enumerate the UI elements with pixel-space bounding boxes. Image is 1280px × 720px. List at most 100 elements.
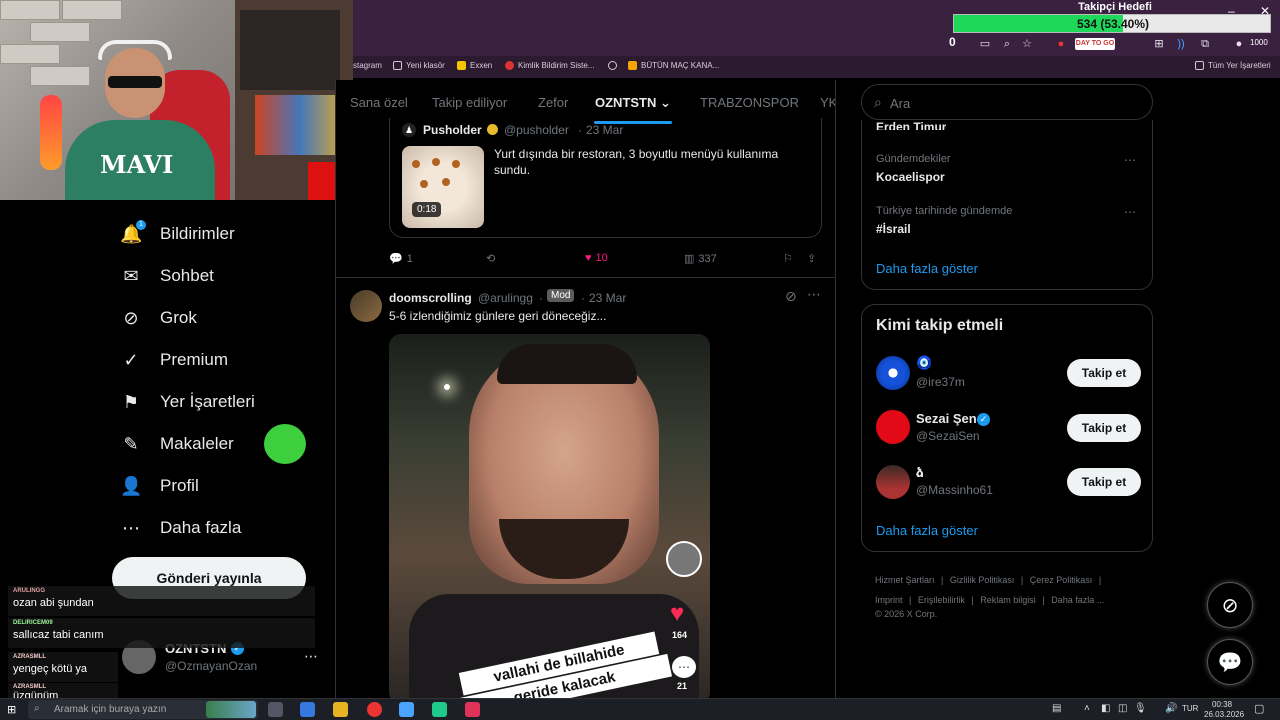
close-icon[interactable]: ✕	[1260, 4, 1270, 18]
clock-time[interactable]: 00:38	[1212, 700, 1232, 709]
footer-link[interactable]: Erişilebilirlik	[918, 595, 965, 605]
bookmark-button[interactable]: ⚐	[783, 252, 793, 265]
chat-username: ARULINGG	[13, 588, 45, 594]
more-icon[interactable]: ⋯	[1124, 153, 1136, 167]
avatar[interactable]	[876, 410, 910, 444]
retweet-button[interactable]: ⟲	[486, 252, 495, 265]
messages-float-button[interactable]: 💬	[1207, 639, 1253, 685]
video-thumbnail[interactable]: 0:18	[402, 146, 484, 228]
nav-yer-isaretleri[interactable]: ⚑ Yer İşaretleri	[120, 391, 255, 413]
chevron-up-icon[interactable]: ˄	[1084, 703, 1090, 714]
tweet[interactable]: doomscrolling @arulingg · Mod · 23 Mar ⊘…	[336, 277, 835, 700]
keyboard-icon[interactable]: ▤	[1052, 703, 1061, 714]
taskbar-search[interactable]: ⌕ Aramak için buraya yazın	[28, 700, 258, 719]
footer-link[interactable]: Hizmet Şartları	[875, 575, 935, 585]
tab-yk[interactable]: YK	[820, 95, 835, 110]
show-more-trends-link[interactable]: Daha fazla göster	[876, 261, 978, 276]
extension-red-icon[interactable]: ●	[1055, 38, 1067, 50]
tray-icon[interactable]: ◧	[1101, 703, 1110, 714]
tweet-author[interactable]: doomscrolling	[389, 291, 472, 305]
trend-name[interactable]: Kocaelispor	[876, 170, 945, 184]
file-explorer-icon[interactable]	[333, 702, 348, 717]
reply-button[interactable]: 💬 1	[389, 252, 413, 266]
creator-avatar[interactable]	[666, 541, 702, 577]
tab-takip-ediliyor[interactable]: Takip ediliyor	[432, 95, 507, 110]
separator-dot: ·	[578, 123, 582, 137]
bookmark-butun-mac[interactable]: BÜTÜN MAÇ KANA...	[628, 61, 719, 70]
extension-day-to-go[interactable]: DAY TO GO	[1075, 38, 1115, 50]
extension-badge[interactable]: 0	[949, 35, 956, 49]
tray-icon[interactable]: ◫	[1118, 703, 1127, 714]
tab-trabzonspor[interactable]: TRABZONSPOR	[700, 95, 799, 110]
follow-name[interactable]: Sezai Şen	[916, 411, 977, 426]
bookmark-label: Exxen	[470, 61, 493, 70]
task-view-icon[interactable]	[268, 702, 283, 717]
nav-grok[interactable]: ⊘ Grok	[120, 307, 196, 329]
grok-icon[interactable]: ⊘	[785, 288, 797, 305]
nav-sohbet[interactable]: ✉ Sohbet	[120, 265, 213, 287]
nav-daha-fazla[interactable]: ⋯ Daha fazla	[120, 517, 241, 539]
tab-ozntstn[interactable]: OZNTSTN ⌄	[595, 95, 671, 111]
avatar[interactable]	[350, 290, 382, 322]
bookmark-kimlik[interactable]: Kimlik Bildirim Siste...	[505, 61, 594, 70]
bookmark-all[interactable]: Tüm Yer İşaretleri	[1195, 61, 1271, 70]
app-icon[interactable]	[465, 702, 480, 717]
microphone-icon[interactable]: 🎙	[1134, 703, 1147, 714]
widgets-icon[interactable]	[300, 702, 315, 717]
follow-button[interactable]: Takip et	[1067, 468, 1141, 496]
search-box[interactable]: ⌕ Ara	[861, 84, 1153, 120]
chat-message: ARULINGG ozan abi şundan	[8, 586, 315, 616]
star-icon[interactable]: ☆	[1021, 38, 1033, 50]
minimize-icon[interactable]: –	[1228, 4, 1235, 18]
language-indicator[interactable]: TUR	[1182, 704, 1198, 713]
volume-icon[interactable]: 🔊	[1165, 703, 1177, 714]
tab-sana-ozel[interactable]: Sana özel	[350, 95, 408, 110]
avatar[interactable]	[876, 356, 910, 390]
follow-name[interactable]: ձ	[916, 465, 924, 481]
tab-zefor[interactable]: Zefor	[538, 95, 568, 110]
quote-text: Yurt dışında bir restoran, 3 boyutlu men…	[494, 147, 779, 177]
bookmark-globe[interactable]	[608, 61, 617, 70]
footer-link[interactable]: Gizlilik Politikası	[950, 575, 1015, 585]
follow-button[interactable]: Takip et	[1067, 414, 1141, 442]
avatar[interactable]	[876, 465, 910, 499]
profile-avatar-icon[interactable]: ●	[1233, 38, 1245, 50]
follow-name[interactable]: 🧿	[916, 355, 932, 371]
more-icon[interactable]: ⋯	[1124, 205, 1136, 219]
views-button[interactable]: ▥ 337	[684, 252, 717, 266]
nav-makaleler[interactable]: ✎ Makaleler	[120, 433, 233, 455]
nav-profil[interactable]: 👤 Profil	[120, 475, 199, 497]
chrome-icon[interactable]	[367, 702, 382, 717]
bookmark-instagram[interactable]: stagram	[353, 61, 382, 70]
trend-cut[interactable]: Erden Timur	[876, 120, 946, 130]
tweet-handle[interactable]: @arulingg	[478, 291, 533, 305]
show-more-follow-link[interactable]: Daha fazla göster	[876, 523, 978, 538]
more-icon[interactable]: ⋯	[807, 286, 821, 303]
footer-link[interactable]: Reklam bilgisi	[980, 595, 1036, 605]
app-icon[interactable]	[432, 702, 447, 717]
extension-wave-icon[interactable]: ))	[1175, 38, 1187, 50]
tweet-video[interactable]: ♥ 164 ⋯ 21 vallahi de billahide geride k…	[389, 334, 710, 700]
extension-icon[interactable]: ⊞	[1153, 38, 1165, 50]
footer-link[interactable]: Çerez Politikası	[1030, 575, 1093, 585]
bookmark-yeni-klasor[interactable]: Yeni klasör	[393, 61, 445, 70]
grok-float-button[interactable]: ⊘	[1207, 582, 1253, 628]
bookmark-exxen[interactable]: Exxen	[457, 61, 492, 70]
clock-date[interactable]: 26.03.2026	[1204, 710, 1244, 719]
windows-start-icon[interactable]: ⊞	[7, 703, 16, 716]
footer-link[interactable]: Daha fazla ...	[1051, 595, 1104, 605]
puzzle-icon[interactable]: ⧉	[1199, 38, 1211, 50]
app-icon[interactable]	[399, 702, 414, 717]
heart-icon[interactable]: ♥	[670, 600, 684, 628]
like-button[interactable]: ♥ 10	[585, 252, 608, 264]
notifications-icon[interactable]: ▢	[1254, 702, 1264, 715]
quoted-tweet[interactable]: ♟ Pusholder @pusholder · 23 Mar 0:18 Yur…	[389, 118, 822, 238]
cast-icon[interactable]: ▭	[979, 38, 991, 50]
zoom-icon[interactable]: ⌕	[1001, 38, 1013, 50]
comment-icon[interactable]: ⋯	[672, 656, 696, 678]
share-button[interactable]: ⇪	[807, 252, 816, 265]
footer-link[interactable]: Imprint	[875, 595, 903, 605]
follow-button[interactable]: Takip et	[1067, 359, 1141, 387]
nav-premium[interactable]: ✓ Premium	[120, 349, 228, 371]
trend-name[interactable]: #İsrail	[876, 222, 911, 236]
